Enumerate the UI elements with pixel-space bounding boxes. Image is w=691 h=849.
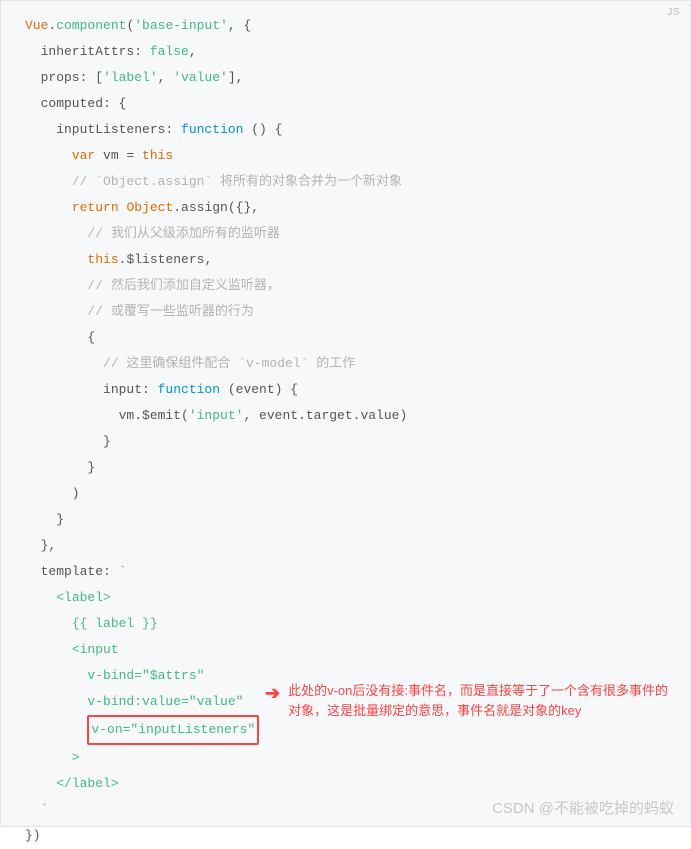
code-line: // 我们从父级添加所有的监听器 xyxy=(1,221,690,247)
annotation-text: 此处的v-on后没有接:事件名，而是直接等于了一个含有很多事件的对象，这是批量绑… xyxy=(288,681,668,721)
code-line: } xyxy=(1,455,690,481)
code-line: inputListeners: function () { xyxy=(1,117,690,143)
code-line: <input xyxy=(1,637,690,663)
code-line: > xyxy=(1,745,690,771)
code-line: computed: { xyxy=(1,91,690,117)
code-line: input: function (event) { xyxy=(1,377,690,403)
code-line: var vm = this xyxy=(1,143,690,169)
code-block: JS Vue.component('base-input', { inherit… xyxy=(0,0,691,827)
highlighted-code: v-on="inputListeners" xyxy=(87,715,259,745)
code-line: <label> xyxy=(1,585,690,611)
code-line: // 这里确保组件配合 `v-model` 的工作 xyxy=(1,351,690,377)
code-line: Vue.component('base-input', { xyxy=(1,13,690,39)
code-line: // 然后我们添加自定义监听器， xyxy=(1,273,690,299)
code-line: vm.$emit('input', event.target.value) xyxy=(1,403,690,429)
arrow-icon: ➔ xyxy=(265,683,280,705)
code-line: props: ['label', 'value'], xyxy=(1,65,690,91)
language-badge: JS xyxy=(667,7,680,18)
watermark: CSDN @不能被吃掉的蚂蚁 xyxy=(492,797,674,818)
annotation: ➔ 此处的v-on后没有接:事件名，而是直接等于了一个含有很多事件的对象，这是批… xyxy=(265,681,668,721)
code-line: } xyxy=(1,429,690,455)
code-line: } xyxy=(1,507,690,533)
code-line: {{ label }} xyxy=(1,611,690,637)
code-line: // `Object.assign` 将所有的对象合并为一个新对象 xyxy=(1,169,690,195)
code-line: return Object.assign({}, xyxy=(1,195,690,221)
code-line: }, xyxy=(1,533,690,559)
code-line: inheritAttrs: false, xyxy=(1,39,690,65)
code-line: this.$listeners, xyxy=(1,247,690,273)
code-line: // 或覆写一些监听器的行为 xyxy=(1,299,690,325)
code-line: template: ` xyxy=(1,559,690,585)
code-line: </label> xyxy=(1,771,690,797)
code-line: ) xyxy=(1,481,690,507)
code-line: { xyxy=(1,325,690,351)
